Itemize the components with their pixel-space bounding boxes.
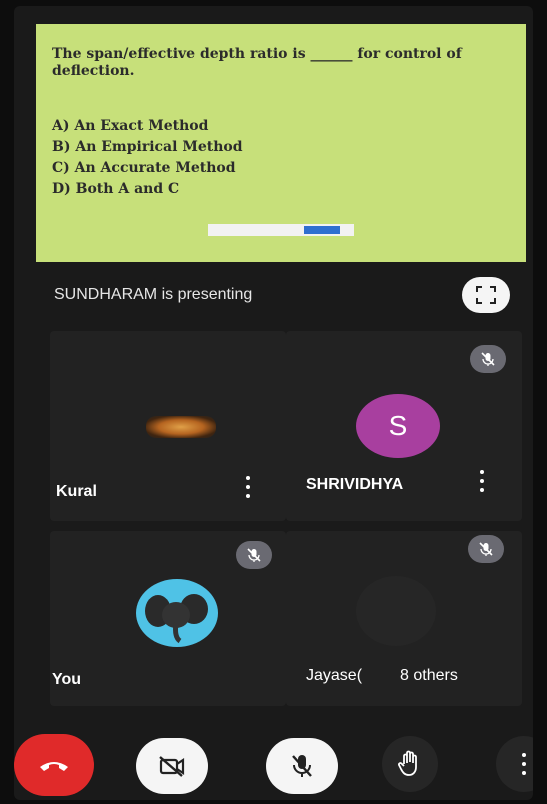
mic-off-icon — [292, 755, 312, 777]
avatar: S — [356, 394, 440, 458]
more-options-icon — [521, 753, 527, 775]
raise-hand-button[interactable] — [382, 736, 438, 792]
slide-option: B) An Empirical Method — [52, 139, 243, 155]
slide-option: D) Both A and C — [52, 181, 180, 197]
participant-name: Kural — [56, 483, 97, 500]
end-call-icon — [40, 762, 68, 771]
participant-video — [356, 576, 436, 646]
slide-option: C) An Accurate Method — [52, 160, 236, 176]
participant-name: SHRIVIDHYA — [306, 476, 404, 493]
elephant-avatar-icon — [145, 594, 208, 644]
mic-off-icon — [470, 345, 506, 373]
participant-tile-you[interactable]: You — [50, 531, 286, 706]
fullscreen-icon — [476, 286, 496, 304]
avatar — [136, 579, 218, 647]
participant-name: Jayase( — [306, 667, 363, 684]
presenting-status: SUNDHARAM is presenting — [54, 286, 253, 303]
mic-off-icon — [236, 541, 272, 569]
participant-name: You — [52, 671, 82, 688]
slide-option: A) An Exact Method — [52, 118, 209, 134]
microphone-toggle-button[interactable] — [266, 738, 338, 794]
slide-progress-bar — [208, 224, 354, 236]
participant-options-icon[interactable] — [479, 470, 485, 492]
slide-options: A) An Exact Method B) An Empirical Metho… — [52, 116, 243, 200]
participant-tile-others[interactable]: Jayase( 8 others — [286, 531, 522, 706]
meeting-screen: The span/effective depth ratio is ______… — [14, 6, 533, 800]
fullscreen-button[interactable] — [462, 277, 510, 313]
slide-question: The span/effective depth ratio is ______… — [52, 46, 462, 79]
end-call-button[interactable] — [14, 734, 94, 796]
camera-toggle-button[interactable] — [136, 738, 208, 794]
camera-off-icon — [159, 756, 185, 777]
participant-tile-shrividhya[interactable]: S SHRIVIDHYA — [286, 331, 522, 521]
participant-tile-kural[interactable]: Kural — [50, 331, 286, 521]
others-count: 8 others — [400, 667, 458, 684]
mic-off-icon — [468, 535, 504, 563]
more-options-button[interactable] — [496, 736, 533, 792]
raise-hand-icon — [398, 750, 417, 776]
participant-options-icon[interactable] — [245, 476, 251, 498]
presented-slide: The span/effective depth ratio is ______… — [36, 24, 526, 262]
participant-video — [146, 416, 216, 438]
slide-progress-fill — [304, 226, 340, 234]
